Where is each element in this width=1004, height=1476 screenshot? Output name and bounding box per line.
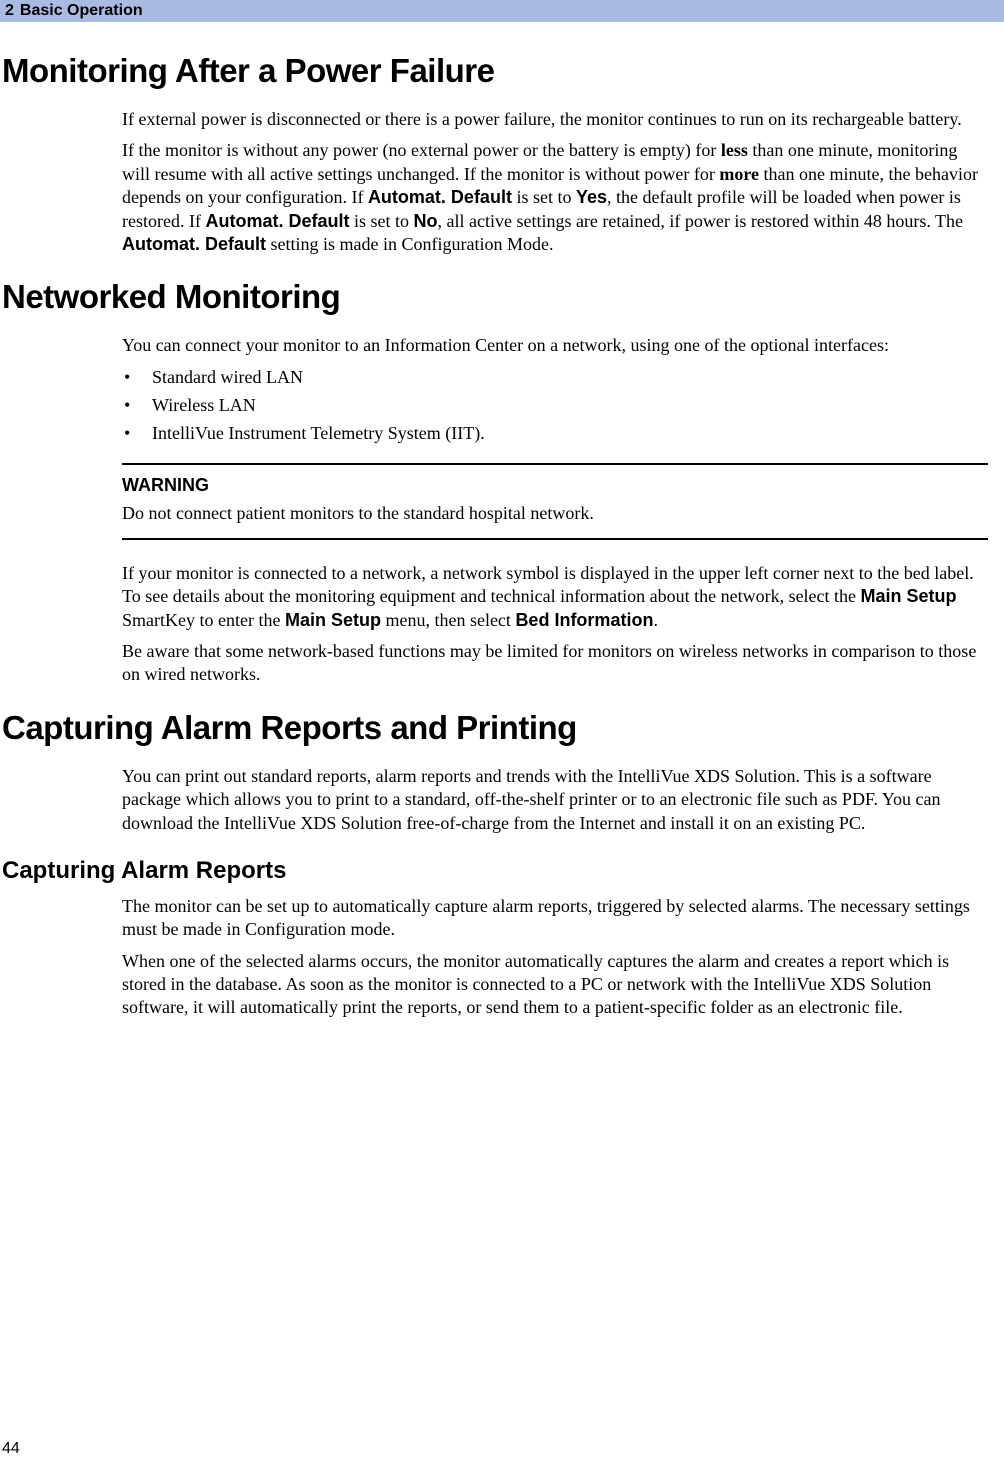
paragraph: You can print out standard reports, alar… [122, 765, 988, 835]
subheading-capturing-alarm-reports: Capturing Alarm Reports [2, 857, 988, 885]
list-item: Standard wired LAN [122, 364, 988, 392]
paragraph: Be aware that some network-based functio… [122, 640, 988, 687]
chapter-number: 2 [5, 2, 14, 20]
paragraph: If external power is disconnected or the… [122, 108, 988, 131]
paragraph: You can connect your monitor to an Infor… [122, 334, 988, 357]
heading-monitoring-after-power-failure: Monitoring After a Power Failure [2, 52, 988, 90]
paragraph: If the monitor is without any power (no … [122, 139, 988, 256]
paragraph: If your monitor is connected to a networ… [122, 562, 988, 632]
page-header: 2 Basic Operation [0, 0, 1004, 22]
chapter-title: Basic Operation [20, 2, 143, 20]
list-item: Wireless LAN [122, 392, 988, 420]
page-number: 44 [2, 1440, 20, 1458]
list-item: IntelliVue Instrument Telemetry System (… [122, 420, 988, 448]
heading-networked-monitoring: Networked Monitoring [2, 278, 988, 316]
warning-label: WARNING [122, 475, 988, 496]
paragraph: The monitor can be set up to automatical… [122, 895, 988, 942]
warning-text: Do not connect patient monitors to the s… [122, 502, 988, 525]
heading-capturing-alarm-reports-and-printing: Capturing Alarm Reports and Printing [2, 709, 988, 747]
interface-list: Standard wired LAN Wireless LAN IntelliV… [122, 364, 988, 448]
warning-box: WARNING Do not connect patient monitors … [122, 463, 988, 539]
paragraph: When one of the selected alarms occurs, … [122, 950, 988, 1020]
